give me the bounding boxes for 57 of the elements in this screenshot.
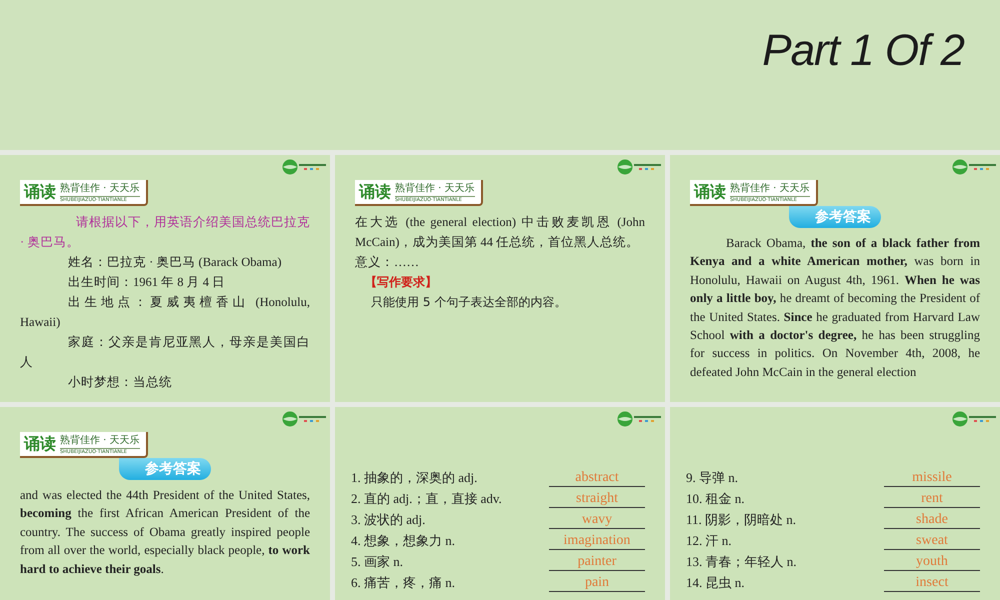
- paragraph: 出生地点：夏威夷檀香山 (Honolulu, Hawaii): [20, 294, 310, 331]
- badge-subtitle: 熟背佳作 · 天天乐: [730, 182, 810, 195]
- vocab-term: 1. 抽象的，深奥的 adj.: [351, 469, 478, 487]
- vocab-answer: shade: [884, 511, 980, 529]
- vocab-answer: painter: [549, 553, 645, 571]
- vocab-term: 2. 直的 adj.；直，直接 adv.: [351, 490, 502, 508]
- slide-thumbnail[interactable]: [0, 407, 330, 600]
- paragraph: 家庭：父亲是肯尼亚黑人，母亲是美国白人: [20, 334, 310, 371]
- logo-icon: [282, 411, 328, 427]
- badge-title: 诵读: [359, 182, 391, 202]
- vocab-term: 10. 租金 n.: [686, 490, 744, 508]
- badge-subtitle: 熟背佳作 · 天天乐: [60, 182, 140, 195]
- vocab-answer: insect: [884, 574, 980, 592]
- page-title: Part 1 Of 2: [762, 26, 964, 76]
- vocab-answer: rent: [884, 490, 980, 508]
- logo-icon: [617, 411, 663, 427]
- badge-subtitle: 熟背佳作 · 天天乐: [60, 434, 140, 447]
- badge-subtitle: 熟背佳作 · 天天乐: [395, 182, 475, 195]
- vocab-term: 13. 青春；年轻人 n.: [686, 553, 796, 571]
- badge-title: 诵读: [24, 182, 56, 202]
- paragraph: Barack Obama, the son of a black father from Kenya and a white American mother, was born in Honolulu, Hawaii on August 4th, 1961. When he was only a little boy, he dreamt of becoming the President of the United States. Since he graduated from Harvard Law School with a doctor's degree, he has been struggling for success in politics. On November 4th, 2008, he defeated John McCain in the general election: [690, 235, 980, 381]
- paragraph: 请根据以下，用英语介绍美国总统巴拉克 · 奥巴马。: [20, 214, 310, 251]
- logo-icon: [617, 159, 663, 175]
- vocab-term: 5. 画家 n.: [351, 553, 403, 571]
- vocab-term: 11. 阴影，阴暗处 n.: [686, 511, 796, 529]
- logo-icon: [282, 159, 328, 175]
- paragraph: 出生时间：1961 年 8 月 4 日: [67, 274, 226, 291]
- vocab-answer: youth: [884, 553, 980, 571]
- answer-tag: 参考答案: [789, 206, 881, 228]
- vocab-term: 4. 想象，想象力 n.: [351, 532, 455, 550]
- paragraph: 只能使用 5 个句子表达全部的内容。: [370, 294, 568, 311]
- paragraph: 姓名：巴拉克 · 奥巴马 (Barack Obama): [67, 254, 282, 271]
- slide-thumbnail[interactable]: 1. 抽象的，深奥的 adj. abstract 2. 直的 adj.；直，直接 adv. straight 3. 波状的 adj. wavy 4. 想象，想象力 n. imagination 5. 画家 n. painter 6. 痛苦，疼，痛 n. pain: [335, 407, 665, 600]
- paragraph: 意义：……: [355, 254, 420, 271]
- vocab-answer: wavy: [549, 511, 645, 529]
- vocab-term: 3. 波状的 adj.: [351, 511, 426, 529]
- vocab-answer: sweat: [884, 532, 980, 550]
- vocab-answer: straight: [549, 490, 645, 508]
- paragraph: 在大选 (the general election) 中击败麦凯恩 (John McCain)，成为美国第 44 任总统，首位黑人总统。: [355, 214, 645, 251]
- paragraph: 小时梦想：当总统: [67, 374, 173, 391]
- paragraph: and was elected the 44th President of the United States, becoming the first African American President of the country. The success of Obama greatly inspired people from all over the world, especially black people, to work hard to achieve their goals.: [20, 487, 310, 578]
- vocab-term: 9. 导弹 n.: [686, 469, 738, 487]
- vocab-term: 12. 汗 n.: [686, 532, 732, 550]
- badge-title: 诵读: [694, 182, 726, 202]
- slide-thumbnail[interactable]: 9. 导弹 n. missile 10. 租金 n. rent 11. 阴影，阴暗处 n. shade 12. 汗 n. sweat 13. 青春；年轻人 n. youth 14. 昆虫 n. insect: [670, 407, 1000, 600]
- logo-icon: [952, 411, 998, 427]
- vocab-answer: abstract: [549, 469, 645, 487]
- section-heading: 【写作要求】: [364, 274, 438, 291]
- logo-icon: [952, 159, 998, 175]
- badge-title: 诵读: [24, 434, 56, 454]
- vocab-answer: pain: [549, 574, 645, 592]
- slide-thumbnail[interactable]: [670, 155, 1000, 402]
- vocab-term: 14. 昆虫 n.: [686, 574, 744, 592]
- answer-tag: 参考答案: [119, 458, 211, 480]
- vocab-term: 6. 痛苦，疼，痛 n.: [351, 574, 455, 592]
- vocab-answer: imagination: [549, 532, 645, 550]
- vocab-answer: missile: [884, 469, 980, 487]
